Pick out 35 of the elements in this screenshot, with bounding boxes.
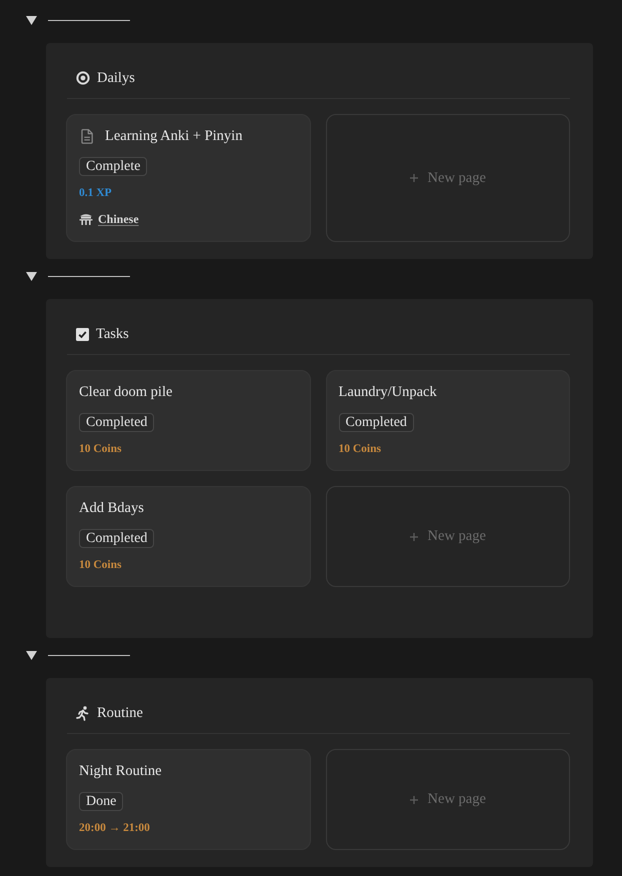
card-title: Clear doom pile xyxy=(79,383,172,402)
relation-link[interactable]: Chinese xyxy=(98,212,139,226)
status-tag: Completed xyxy=(79,413,154,432)
gallery-card[interactable]: Night Routine Done 20:00 → 21:00 xyxy=(66,749,310,850)
building-icon xyxy=(79,213,93,225)
runner-icon xyxy=(76,706,90,720)
gallery-card[interactable]: Add Bdays Completed 10 Coins xyxy=(66,486,310,587)
status-tag: Done xyxy=(79,792,124,811)
status-tag: Complete xyxy=(79,157,148,176)
property-value: 20:00 → 21:00 xyxy=(79,821,150,836)
gallery-title: Routine xyxy=(97,704,143,722)
gallery-card[interactable]: Laundry/Unpack Completed 10 Coins xyxy=(326,370,570,471)
property-value: 0.1 XP xyxy=(79,186,112,201)
card-title: Add Bdays xyxy=(79,499,144,518)
plus-icon xyxy=(410,796,418,804)
triangle-icon xyxy=(26,272,36,280)
status-tag: Completed xyxy=(338,413,414,432)
plus-icon xyxy=(410,174,418,182)
gallery-card[interactable]: Clear doom pile Completed 10 Coins xyxy=(66,370,310,471)
plus-icon xyxy=(410,532,418,540)
gallery-title: Dailys xyxy=(97,70,135,86)
triangle-icon xyxy=(26,16,36,24)
property-value: 10 Coins xyxy=(79,442,122,457)
target-icon xyxy=(76,71,90,85)
gallery-card[interactable]: Learning Anki + Pinyin Complete 0.1 XP Chinese xyxy=(66,114,310,242)
property-value: 10 Coins xyxy=(79,558,122,573)
checkbox-icon xyxy=(76,328,89,340)
triangle-icon xyxy=(26,650,36,660)
card-title: Laundry/Unpack xyxy=(338,383,437,402)
document-icon xyxy=(81,128,93,144)
property-value: 10 Coins xyxy=(338,442,381,457)
status-tag: Completed xyxy=(79,529,154,548)
gallery-title: Tasks xyxy=(96,326,129,342)
card-title: Learning Anki + Pinyin xyxy=(105,127,242,146)
card-title: Night Routine xyxy=(79,762,162,781)
